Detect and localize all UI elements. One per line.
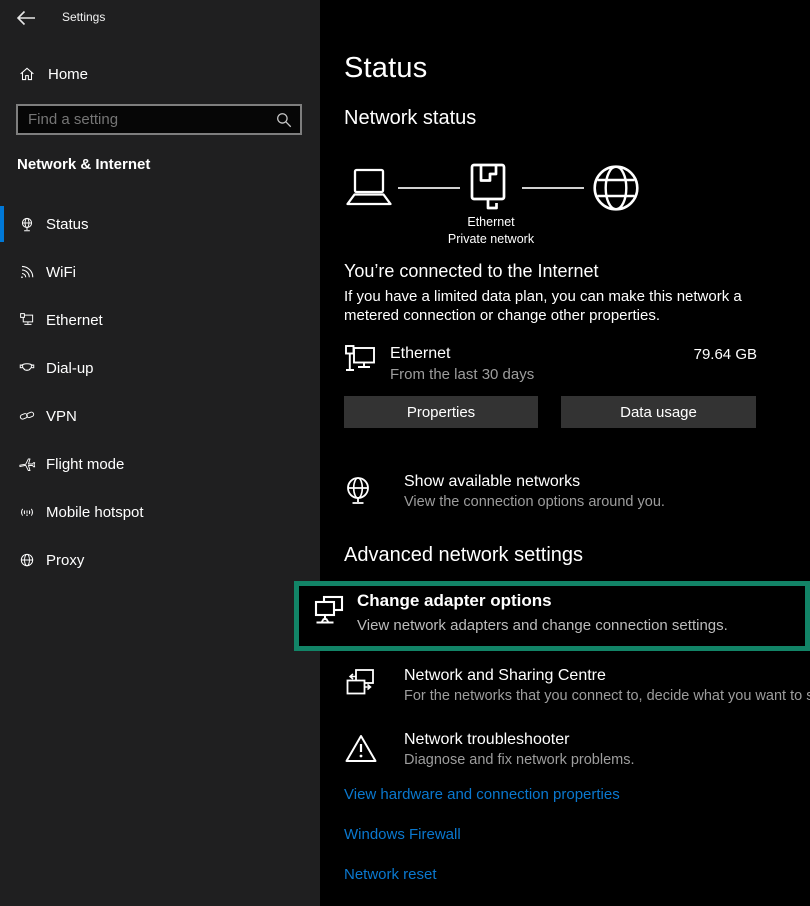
search-icon[interactable]: [275, 111, 293, 129]
hotspot-icon: [18, 502, 36, 522]
main-content: Status Network status: [320, 0, 810, 906]
sidebar-item-flight-mode[interactable]: Flight mode: [0, 446, 320, 482]
sharing-icon: [344, 667, 378, 703]
show-available-networks-row[interactable]: Show available networks View the connect…: [344, 473, 784, 517]
data-usage-button[interactable]: Data usage: [561, 396, 756, 428]
warning-triangle-icon: [344, 733, 378, 765]
row-subtitle: Diagnose and fix network problems.: [404, 752, 635, 768]
connection-line: [398, 187, 460, 189]
sidebar-item-dialup[interactable]: Dial-up: [0, 350, 320, 386]
row-title: Network troubleshooter: [404, 731, 569, 749]
proxy-globe-icon: [18, 550, 36, 570]
status-globe-icon: [18, 214, 36, 234]
change-adapter-options-row[interactable]: Change adapter options View network adap…: [294, 581, 810, 651]
sidebar-item-label: Home: [48, 66, 88, 83]
row-title: Change adapter options: [357, 591, 552, 611]
sidebar-item-status[interactable]: Status: [0, 206, 320, 242]
sidebar-item-home[interactable]: Home: [0, 58, 320, 90]
usage-period: From the last 30 days: [390, 366, 534, 383]
ethernet-icon: [18, 310, 36, 330]
selected-indicator: [0, 206, 4, 242]
page-title: Status: [344, 52, 427, 85]
sidebar-item-ethernet[interactable]: Ethernet: [0, 302, 320, 338]
row-title: Network and Sharing Centre: [404, 667, 606, 685]
diagram-network-type: Private network: [406, 232, 576, 246]
ethernet-plug-icon: [468, 162, 508, 218]
globe-stand-icon: [340, 474, 376, 510]
sidebar-item-label: Dial-up: [46, 360, 94, 377]
row-title: Show available networks: [404, 473, 580, 491]
network-adapters-icon: [312, 594, 348, 634]
sidebar-item-label: Status: [46, 216, 89, 233]
wifi-icon: [18, 262, 36, 282]
network-sharing-centre-row[interactable]: Network and Sharing Centre For the netwo…: [344, 667, 784, 711]
view-hardware-properties-link[interactable]: View hardware and connection properties: [344, 786, 620, 803]
sidebar-item-label: WiFi: [46, 264, 76, 281]
row-subtitle: View network adapters and change connect…: [357, 617, 728, 634]
sidebar-item-proxy[interactable]: Proxy: [0, 542, 320, 578]
sidebar-item-wifi[interactable]: WiFi: [0, 254, 320, 290]
sidebar-item-label: Flight mode: [46, 456, 124, 473]
airplane-icon: [18, 454, 36, 474]
internet-globe-icon: [591, 163, 641, 213]
network-status-heading: Network status: [344, 107, 476, 130]
sidebar: Settings Home Network & Internet: [0, 0, 320, 906]
search-box: [16, 104, 302, 135]
connection-line: [522, 187, 584, 189]
connected-description: If you have a limited data plan, you can…: [344, 287, 782, 325]
network-diagram: Ethernet Private network: [344, 162, 784, 254]
windows-firewall-link[interactable]: Windows Firewall: [344, 826, 461, 843]
advanced-settings-heading: Advanced network settings: [344, 544, 583, 567]
monitor-ethernet-icon: [344, 343, 380, 379]
sidebar-item-label: Ethernet: [46, 312, 103, 329]
home-icon: [18, 64, 36, 84]
usage-amount: 79.64 GB: [557, 346, 757, 363]
sidebar-item-label: Mobile hotspot: [46, 504, 144, 521]
dialup-phone-icon: [18, 358, 36, 378]
sidebar-item-label: Proxy: [46, 552, 84, 569]
laptop-icon: [344, 168, 394, 208]
diagram-connection-label: Ethernet: [406, 215, 576, 229]
sidebar-item-label: VPN: [46, 408, 77, 425]
search-input[interactable]: [18, 106, 300, 133]
vpn-links-icon: [18, 406, 36, 426]
sidebar-item-mobile-hotspot[interactable]: Mobile hotspot: [0, 494, 320, 530]
back-arrow-icon: [13, 7, 39, 29]
connected-heading: You’re connected to the Internet: [344, 261, 599, 282]
network-reset-link[interactable]: Network reset: [344, 866, 437, 883]
sidebar-item-vpn[interactable]: VPN: [0, 398, 320, 434]
row-subtitle: For the networks that you connect to, de…: [404, 688, 810, 704]
usage-network-name: Ethernet: [390, 345, 450, 363]
properties-button[interactable]: Properties: [344, 396, 538, 428]
settings-window: Settings Home Network & Internet: [0, 0, 810, 906]
sidebar-section-label: Network & Internet: [17, 156, 150, 173]
row-subtitle: View the connection options around you.: [404, 494, 665, 510]
back-button[interactable]: [13, 7, 39, 29]
network-troubleshooter-row[interactable]: Network troubleshooter Diagnose and fix …: [344, 731, 784, 775]
app-title: Settings: [62, 10, 105, 24]
sidebar-nav: Status WiFi: [0, 206, 320, 590]
